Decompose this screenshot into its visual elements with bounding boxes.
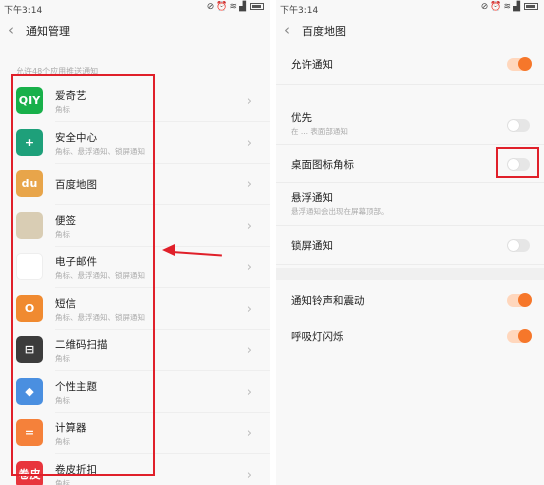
annotation-box-badge-toggle bbox=[496, 147, 539, 178]
battery-icon bbox=[250, 3, 264, 10]
setting-description: 悬浮通知会出现在屏幕顶部。 bbox=[291, 207, 389, 216]
toggle-knob bbox=[508, 240, 519, 251]
signal-icon: ▟ bbox=[513, 2, 522, 12]
chevron-right-icon: › bbox=[246, 301, 252, 317]
toggle-knob bbox=[518, 57, 532, 71]
divider bbox=[276, 264, 544, 265]
toggle-switch[interactable] bbox=[507, 329, 532, 343]
chevron-right-icon: › bbox=[246, 218, 252, 234]
status-time: 下午3:14 bbox=[280, 6, 319, 16]
setting-name: 呼吸灯闪烁 bbox=[291, 331, 344, 343]
app-notification-settings-screen: 下午3:14 ⊘⏰≋▟ ‹ 百度地图 允许通知优先在 ... 表面部通知 桌面图标… bbox=[276, 0, 544, 485]
mute-icon: ⊘ bbox=[206, 2, 217, 12]
annotation-box-app-list bbox=[11, 74, 155, 476]
page-title: 百度地图 bbox=[302, 25, 346, 38]
chevron-right-icon: › bbox=[246, 426, 252, 441]
status-time: 下午3:14 bbox=[4, 6, 43, 16]
mute-icon: ⊘ bbox=[480, 2, 491, 12]
setting-name: 悬浮通知 bbox=[291, 192, 333, 204]
toggle-knob bbox=[518, 293, 532, 307]
toggle-switch[interactable] bbox=[507, 57, 532, 71]
status-icons: ⊘⏰≋▟ bbox=[207, 2, 264, 12]
battery-icon bbox=[524, 3, 538, 10]
setting-name: 通知铃声和震动 bbox=[291, 295, 365, 307]
setting-name: 允许通知 bbox=[291, 59, 333, 71]
section-gap bbox=[276, 268, 544, 280]
page-title: 通知管理 bbox=[26, 25, 70, 38]
toggle-switch[interactable] bbox=[507, 239, 530, 252]
annotation-arrow-head bbox=[162, 244, 175, 256]
chevron-right-icon: › bbox=[246, 260, 252, 275]
setting-row[interactable]: 锁屏通知 bbox=[276, 226, 544, 264]
back-arrow-icon[interactable]: ‹ bbox=[284, 22, 298, 38]
divider bbox=[276, 144, 544, 145]
status-icons: ⊘⏰≋▟ bbox=[481, 2, 538, 12]
divider bbox=[276, 225, 544, 226]
toggle-knob bbox=[518, 329, 532, 343]
chevron-right-icon: › bbox=[246, 384, 252, 400]
alarm-icon: ⏰ bbox=[216, 2, 230, 12]
setting-row[interactable]: 优先在 ... 表面部通知 bbox=[276, 104, 544, 146]
divider bbox=[276, 182, 544, 183]
setting-row[interactable]: 通知铃声和震动 bbox=[276, 282, 544, 318]
divider bbox=[276, 84, 544, 85]
wifi-icon: ≋ bbox=[229, 2, 240, 12]
setting-name: 锁屏通知 bbox=[291, 240, 333, 252]
status-bar: 下午3:14 ⊘⏰≋▟ bbox=[0, 0, 270, 16]
setting-row[interactable]: 允许通知 bbox=[276, 44, 544, 84]
alarm-icon: ⏰ bbox=[490, 2, 504, 12]
toggle-knob bbox=[508, 120, 519, 131]
setting-name: 优先 bbox=[291, 112, 312, 124]
setting-description: 在 ... 表面部通知 bbox=[291, 127, 348, 136]
toggle-switch[interactable] bbox=[507, 293, 532, 307]
chevron-right-icon: › bbox=[246, 343, 252, 358]
setting-row[interactable]: 呼吸灯闪烁 bbox=[276, 318, 544, 354]
chevron-right-icon: › bbox=[246, 135, 252, 151]
setting-row[interactable]: 悬浮通知悬浮通知会出现在屏幕顶部。 bbox=[276, 184, 544, 226]
wifi-icon: ≋ bbox=[503, 2, 514, 12]
setting-name: 桌面图标角标 bbox=[291, 159, 354, 171]
toggle-switch[interactable] bbox=[507, 119, 530, 132]
status-bar: 下午3:14 ⊘⏰≋▟ bbox=[276, 0, 544, 16]
chevron-right-icon: › bbox=[246, 94, 252, 109]
app-notification-summary: 角标 bbox=[55, 478, 70, 485]
title-bar: ‹ 通知管理 bbox=[0, 16, 270, 44]
title-bar: ‹ 百度地图 bbox=[276, 16, 544, 44]
signal-icon: ▟ bbox=[239, 2, 248, 12]
chevron-right-icon: › bbox=[246, 177, 252, 192]
back-arrow-icon[interactable]: ‹ bbox=[8, 22, 22, 38]
chevron-right-icon: › bbox=[246, 467, 252, 483]
